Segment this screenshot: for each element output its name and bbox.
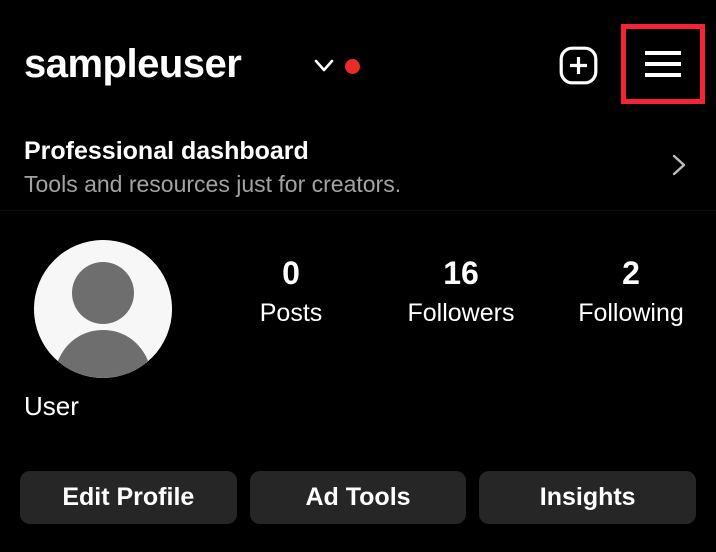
top-bar: sampleuser (0, 0, 716, 118)
stat-following-value: 2 (622, 255, 640, 291)
stat-posts[interactable]: 0 Posts (206, 254, 376, 328)
display-name-label: User (24, 391, 79, 421)
ad-tools-button[interactable]: Ad Tools (249, 471, 467, 524)
stat-followers-value: 16 (443, 255, 479, 291)
profile-stats: 0 Posts 16 Followers 2 Following (206, 254, 716, 328)
plus-square-icon[interactable] (559, 46, 598, 85)
edit-profile-button[interactable]: Edit Profile (20, 471, 237, 524)
hamburger-menu-icon[interactable] (626, 29, 700, 99)
username-label[interactable]: sampleuser (24, 40, 242, 88)
section-divider (0, 210, 716, 211)
stat-following-label: Following (578, 299, 684, 327)
stat-following[interactable]: 2 Following (546, 254, 716, 328)
professional-dashboard-subtitle: Tools and resources just for creators. (24, 171, 402, 197)
stat-posts-value: 0 (282, 255, 300, 291)
menu-highlight-box (621, 24, 705, 104)
professional-dashboard-title: Professional dashboard (24, 137, 309, 165)
profile-action-buttons: Edit Profile Ad Tools Insights (20, 471, 697, 524)
professional-dashboard-row[interactable]: Professional dashboard Tools and resourc… (0, 126, 716, 210)
insights-button[interactable]: Insights (479, 471, 697, 524)
chevron-right-icon[interactable] (668, 151, 690, 179)
stat-followers-label: Followers (407, 299, 515, 327)
profile-screen: sampleuser Professional dashboard Tools … (0, 0, 716, 552)
stat-followers[interactable]: 16 Followers (376, 254, 546, 328)
notification-dot (345, 59, 360, 74)
stat-posts-label: Posts (259, 299, 323, 327)
profile-header: User 0 Posts 16 Followers 2 Following (0, 222, 716, 422)
default-avatar-icon[interactable] (34, 240, 172, 378)
chevron-down-icon[interactable] (311, 52, 337, 78)
